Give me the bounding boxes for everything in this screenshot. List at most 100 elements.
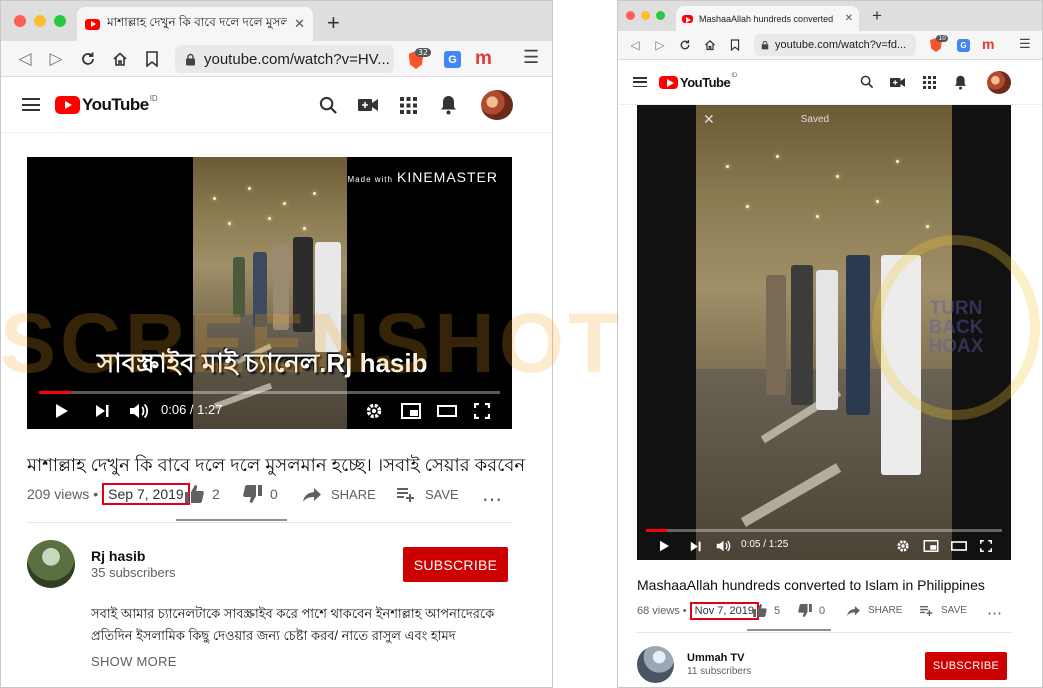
more-actions-icon[interactable]: ⋯ (482, 487, 503, 512)
zoom-window-button[interactable] (656, 11, 665, 20)
save-button[interactable]: SAVE (397, 487, 459, 502)
translate-extension-icon[interactable]: G (957, 39, 970, 52)
progress-bar[interactable] (646, 529, 1002, 532)
bookmark-icon[interactable] (727, 37, 743, 53)
upload-date-highlight: Nov 7, 2019 (689, 602, 759, 620)
search-icon[interactable] (858, 73, 876, 91)
settings-gear-icon[interactable] (894, 537, 912, 555)
brave-shield-button[interactable]: 32 (403, 48, 431, 71)
divider (27, 522, 512, 523)
play-icon[interactable] (655, 537, 673, 555)
create-video-icon[interactable] (888, 73, 906, 91)
share-label: SHARE (331, 487, 376, 502)
forward-icon[interactable]: ▷ (653, 38, 667, 52)
account-avatar[interactable] (987, 71, 1011, 94)
add-to-playlist-icon (397, 487, 414, 502)
channel-avatar[interactable] (637, 646, 674, 683)
youtube-logo[interactable]: YouTube ID (659, 73, 737, 91)
bookmark-icon[interactable] (141, 48, 163, 70)
miniplayer-icon[interactable] (399, 400, 423, 422)
share-button[interactable]: SHARE (847, 605, 902, 616)
mendeley-extension-icon[interactable]: m (982, 36, 994, 52)
brave-shield-count: 10 (936, 35, 948, 42)
youtube-play-logo-icon (55, 96, 80, 114)
subscribe-button[interactable]: SUBSCRIBE (403, 547, 508, 582)
dislike-button[interactable]: 0 (243, 485, 278, 503)
video-player[interactable]: ✕ Saved 0:05 / 1:25 (637, 105, 1011, 560)
show-more-button[interactable]: SHOW MORE (91, 654, 177, 669)
browser-menu-icon[interactable]: ☰ (1019, 36, 1031, 52)
next-icon[interactable] (91, 400, 113, 422)
right-browser-window: MashaaAllah hundreds converted ✕ + ◁ ▷ y… (617, 0, 1043, 688)
next-icon[interactable] (686, 537, 704, 555)
notifications-bell-icon[interactable] (437, 94, 459, 116)
sentiment-bar (747, 629, 831, 631)
new-tab-button[interactable]: + (872, 6, 882, 26)
active-tab[interactable]: মাশাল্লাহ দেখুন কি বাবে দলে দলে মুসলমান … (77, 7, 313, 41)
channel-name[interactable]: Ummah TV (687, 652, 744, 664)
home-icon[interactable] (702, 37, 718, 53)
back-icon[interactable]: ◁ (628, 38, 642, 52)
close-window-button[interactable] (626, 11, 635, 20)
left-browser-window: মাশাল্লাহ দেখুন কি বাবে দলে দলে মুসলমান … (0, 0, 553, 688)
tab-title: MashaaAllah hundreds converted (699, 13, 834, 24)
progress-bar[interactable] (39, 391, 500, 394)
notifications-bell-icon[interactable] (951, 73, 969, 91)
subscribe-button[interactable]: SUBSCRIBE (925, 652, 1007, 680)
video-title: MashaaAllah hundreds converted to Islam … (637, 577, 985, 593)
apps-grid-icon[interactable] (397, 94, 419, 116)
fullscreen-icon[interactable] (977, 537, 995, 555)
forward-icon[interactable]: ▷ (46, 49, 66, 69)
search-icon[interactable] (317, 94, 339, 116)
more-actions-icon[interactable]: ⋯ (987, 604, 1002, 622)
new-tab-button[interactable]: + (327, 10, 340, 36)
miniplayer-icon[interactable] (921, 537, 941, 555)
tab-close-icon[interactable]: ✕ (294, 16, 305, 32)
channel-name[interactable]: Rj hasib (91, 548, 145, 564)
fullscreen-icon[interactable] (471, 400, 493, 422)
zoom-window-button[interactable] (54, 15, 66, 27)
close-window-button[interactable] (14, 15, 26, 27)
translate-extension-icon[interactable]: G (444, 51, 461, 68)
channel-avatar[interactable] (27, 540, 75, 588)
apps-grid-icon[interactable] (920, 73, 938, 91)
hamburger-menu-icon[interactable] (22, 98, 40, 111)
video-player[interactable]: Made with KINEMASTER সাবস্ক্রাইব মাই চ্যা… (27, 157, 512, 429)
theater-mode-icon[interactable] (949, 537, 969, 555)
volume-icon[interactable] (713, 537, 733, 555)
brave-shield-button[interactable]: 10 (925, 35, 948, 54)
youtube-logo[interactable]: YouTube ID (55, 94, 158, 116)
volume-icon[interactable] (127, 400, 151, 422)
dislike-button[interactable]: 0 (798, 604, 825, 617)
minimize-window-button[interactable] (641, 11, 650, 20)
active-tab[interactable]: MashaaAllah hundreds converted ✕ (676, 6, 859, 31)
like-count: 2 (212, 486, 220, 502)
home-icon[interactable] (109, 48, 131, 70)
mendeley-extension-icon[interactable]: m (475, 48, 492, 70)
share-label: SHARE (868, 605, 903, 616)
address-bar[interactable]: youtube.com/watch?v=fd... (754, 34, 916, 56)
kinemaster-watermark: Made with KINEMASTER (347, 169, 498, 185)
close-icon: ✕ (703, 110, 715, 127)
back-icon[interactable]: ◁ (15, 49, 35, 69)
save-button[interactable]: SAVE (920, 605, 967, 616)
create-video-icon[interactable] (357, 94, 379, 116)
dislike-count: 0 (270, 486, 278, 502)
settings-gear-icon[interactable] (363, 400, 385, 422)
reload-icon[interactable] (77, 48, 99, 70)
account-avatar[interactable] (481, 90, 513, 120)
browser-menu-icon[interactable]: ☰ (523, 47, 539, 68)
tab-close-icon[interactable]: ✕ (845, 13, 853, 24)
like-button[interactable]: 5 (753, 604, 780, 617)
theater-mode-icon[interactable] (435, 400, 459, 422)
play-icon[interactable] (51, 400, 73, 422)
address-bar[interactable]: youtube.com/watch?v=HV... (175, 45, 394, 73)
save-label: SAVE (941, 605, 967, 616)
minimize-window-button[interactable] (34, 15, 46, 27)
reload-icon[interactable] (677, 37, 693, 53)
meta-dot: • (682, 605, 687, 617)
share-button[interactable]: SHARE (303, 487, 376, 502)
like-button[interactable]: 2 (185, 485, 220, 503)
hamburger-menu-icon[interactable] (633, 77, 647, 87)
time-display: 0:05 / 1:25 (741, 539, 789, 550)
